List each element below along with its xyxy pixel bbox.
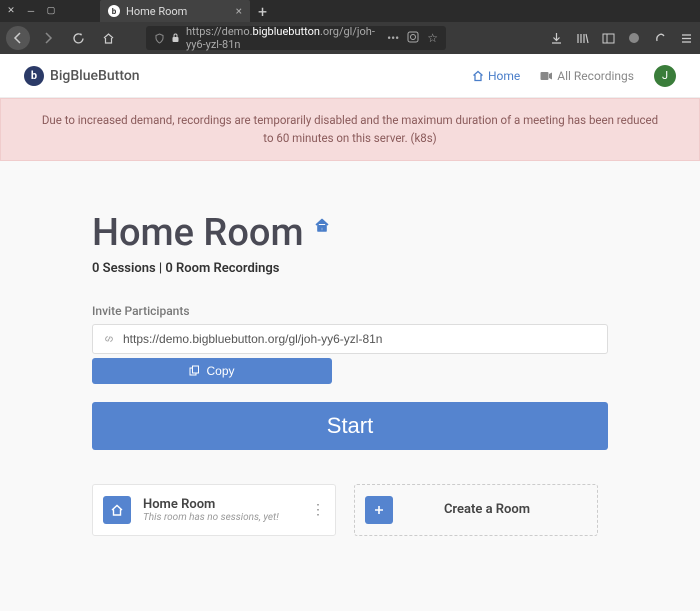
nav-home[interactable]: Home [472,69,520,83]
window-close-icon[interactable]: ✕ [4,4,18,18]
nav-recordings-label: All Recordings [557,69,634,83]
download-icon[interactable] [548,30,564,46]
invite-label: Invite Participants [92,304,608,318]
reload-button[interactable] [66,26,90,50]
url-text: https://demo.bigbluebutton.org/gl/joh-yy… [186,25,381,51]
menu-icon[interactable] [678,30,694,46]
extension-icon-1[interactable] [626,30,642,46]
copy-label: Copy [206,364,234,378]
home-icon [314,217,330,233]
lock-icon [171,33,180,43]
window-titlebar: ✕ ─ ▢ b Home Room × + [0,0,700,22]
forward-button[interactable] [36,26,60,50]
start-label: Start [327,413,373,438]
browser-tab[interactable]: b Home Room × [100,0,250,22]
room-name: Home Room [143,497,299,512]
brand-name: BigBlueButton [50,68,140,84]
nav-home-label: Home [488,69,520,83]
create-room-card[interactable]: Create a Room [354,484,598,536]
brand-logo-icon: b [24,66,44,86]
copy-button[interactable]: Copy [92,358,332,384]
camera-icon [540,71,553,81]
page-title: Home Room [92,211,304,255]
avatar-initial: J [662,69,668,82]
nav-recordings[interactable]: All Recordings [540,69,634,83]
invite-url-box [92,324,608,354]
room-menu-button[interactable]: ⋮ [311,502,325,518]
url-bar[interactable]: https://demo.bigbluebutton.org/gl/joh-yy… [146,26,446,50]
shield-icon [154,33,165,44]
bookmark-icon[interactable]: ☆ [427,31,438,45]
room-subtitle: 0 Sessions | 0 Room Recordings [92,261,608,276]
user-avatar[interactable]: J [654,65,676,87]
room-card-home[interactable]: Home Room This room has no sessions, yet… [92,484,336,536]
create-room-label: Create a Room [387,502,587,517]
home-icon [103,496,131,524]
sidebar-icon[interactable] [600,30,616,46]
brand[interactable]: b BigBlueButton [24,66,140,86]
page-content: b BigBlueButton Home All Recordings J Du… [0,54,700,611]
window-minimize-icon[interactable]: ─ [24,4,38,18]
start-button[interactable]: Start [92,402,608,450]
browser-toolbar: https://demo.bigbluebutton.org/gl/joh-yy… [0,22,700,54]
copy-icon [189,365,200,376]
home-icon [472,70,484,82]
new-tab-button[interactable]: + [258,2,267,21]
alert-banner: Due to increased demand, recordings are … [0,98,700,161]
alert-text: Due to increased demand, recordings are … [42,113,658,145]
link-icon [103,333,115,345]
tab-favicon-icon: b [108,5,120,17]
reader-icon[interactable] [407,31,419,45]
home-button[interactable] [96,26,120,50]
invite-url-input[interactable] [123,332,597,346]
room-sub: This room has no sessions, yet! [143,512,299,523]
tab-close-icon[interactable]: × [236,5,242,17]
extension-icon-2[interactable] [652,30,668,46]
page-actions-icon[interactable]: ••• [387,31,399,45]
tab-title: Home Room [126,5,187,18]
library-icon[interactable] [574,30,590,46]
window-maximize-icon[interactable]: ▢ [44,4,58,18]
back-button[interactable] [6,26,30,50]
app-navbar: b BigBlueButton Home All Recordings J [0,54,700,98]
